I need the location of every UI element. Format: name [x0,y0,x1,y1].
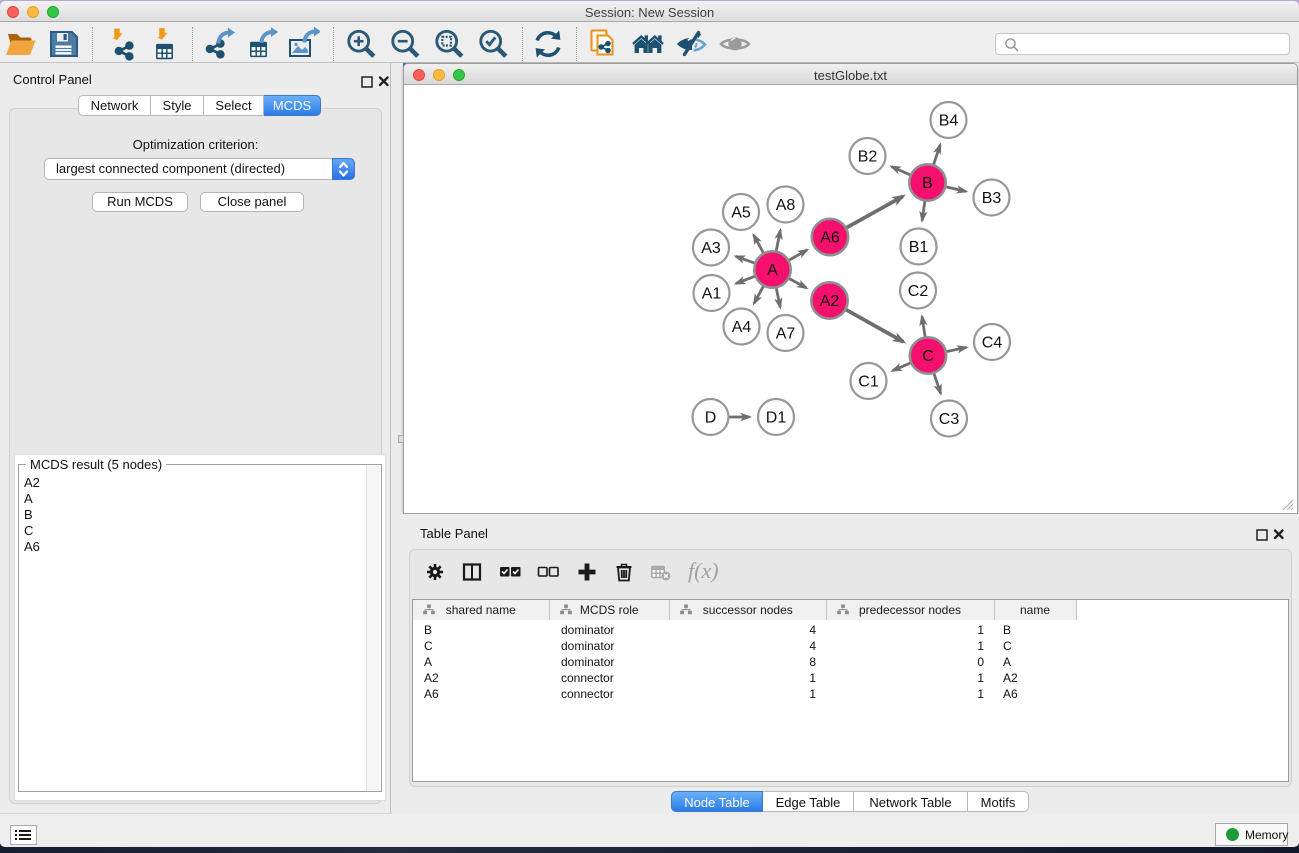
svg-text:A8: A8 [775,197,795,214]
svg-text:D: D [704,410,716,427]
svg-text:A2: A2 [819,293,839,310]
svg-text:B3: B3 [981,190,1001,207]
svg-text:B4: B4 [938,113,958,130]
svg-text:A3: A3 [701,240,721,257]
svg-text:C3: C3 [938,411,959,428]
svg-text:C2: C2 [907,283,928,300]
svg-text:A7: A7 [775,326,795,343]
svg-text:A4: A4 [731,319,751,336]
svg-text:C: C [922,348,934,365]
svg-text:B2: B2 [857,149,877,166]
svg-text:A6: A6 [820,230,840,247]
svg-text:A5: A5 [731,205,751,222]
svg-text:B: B [922,175,933,192]
svg-text:B1: B1 [908,239,928,256]
svg-text:C1: C1 [858,374,879,391]
svg-text:A: A [767,262,778,279]
svg-text:A1: A1 [701,286,721,303]
svg-text:C4: C4 [981,335,1002,352]
svg-text:D1: D1 [765,410,786,427]
